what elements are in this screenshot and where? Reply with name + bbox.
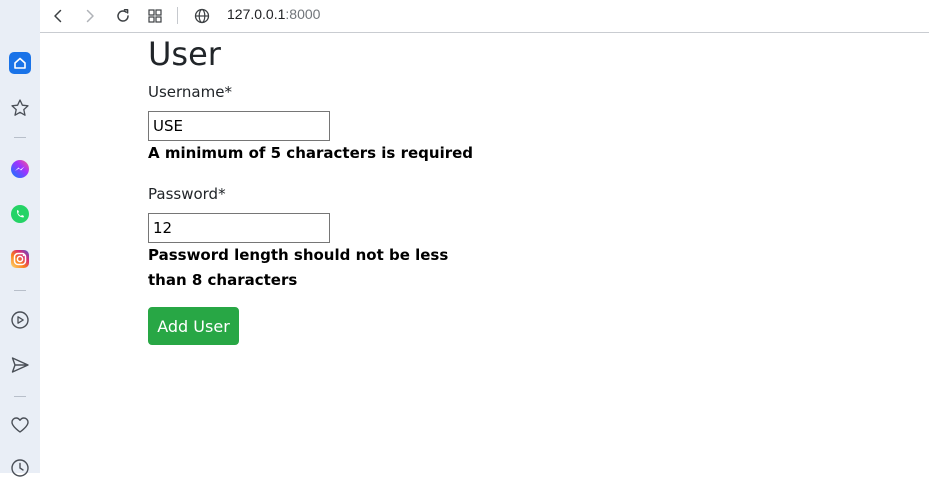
globe-icon[interactable] xyxy=(190,4,214,28)
heart-icon[interactable] xyxy=(8,413,32,437)
add-user-button[interactable]: Add User xyxy=(148,307,239,345)
sidebar-divider xyxy=(14,137,26,138)
whatsapp-icon[interactable] xyxy=(8,202,32,226)
send-icon[interactable] xyxy=(8,353,32,377)
sidebar-divider xyxy=(14,396,26,397)
password-field[interactable] xyxy=(148,213,330,243)
sidebar-divider xyxy=(14,290,26,291)
username-label: Username* xyxy=(148,83,232,101)
toolbar-divider xyxy=(177,7,178,24)
play-icon[interactable] xyxy=(8,308,32,332)
home-icon[interactable] xyxy=(8,51,32,75)
messenger-icon[interactable] xyxy=(8,157,32,181)
instagram-icon[interactable] xyxy=(8,247,32,271)
tabs-grid-icon[interactable] xyxy=(143,4,167,28)
password-label: Password* xyxy=(148,185,226,203)
username-error: A minimum of 5 characters is required xyxy=(148,144,474,162)
reload-icon[interactable] xyxy=(111,4,135,28)
history-icon[interactable] xyxy=(8,456,32,480)
url-port: :8000 xyxy=(285,6,321,22)
star-icon[interactable] xyxy=(8,96,32,120)
password-error: Password length should not be less than … xyxy=(148,246,449,289)
url-host: 127.0.0.1 xyxy=(227,6,286,22)
forward-icon[interactable] xyxy=(78,4,102,28)
page-title: User xyxy=(148,35,221,73)
browser-toolbar: 127.0.0.1:8000 xyxy=(40,0,929,33)
address-bar[interactable]: 127.0.0.1:8000 xyxy=(227,6,320,22)
browser-sidebar xyxy=(0,0,40,477)
back-icon[interactable] xyxy=(46,4,70,28)
username-field[interactable] xyxy=(148,111,330,141)
